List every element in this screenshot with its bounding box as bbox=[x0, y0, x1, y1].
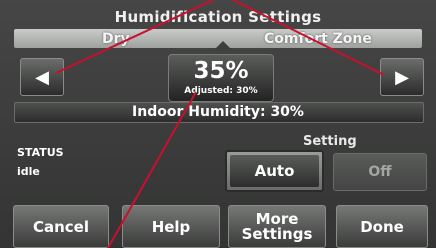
more-settings-line2: Settings bbox=[241, 224, 313, 243]
decrease-button[interactable]: ◀ bbox=[20, 58, 64, 96]
status-label: STATUS bbox=[17, 146, 64, 159]
left-triangle-icon: ◀ bbox=[35, 66, 49, 88]
adjusted-humidity-value: Adjusted: 30% bbox=[184, 86, 258, 96]
setting-auto-label: Auto bbox=[230, 155, 319, 187]
more-settings-button[interactable]: More Settings bbox=[228, 205, 326, 248]
setting-off-button[interactable]: Off bbox=[333, 153, 427, 191]
indoor-humidity-text: Indoor Humidity: 30% bbox=[132, 104, 304, 120]
range-indicator-icon bbox=[214, 41, 232, 50]
cancel-button[interactable]: Cancel bbox=[13, 205, 109, 248]
thermostat-screen: Humidification Settings Dry Comfort Zone… bbox=[0, 0, 436, 248]
humidity-setpoint-value: 35% bbox=[193, 58, 249, 84]
page-title: Humidification Settings bbox=[114, 8, 322, 26]
setting-auto-button[interactable]: Auto bbox=[225, 150, 324, 192]
right-triangle-icon: ▶ bbox=[395, 66, 409, 88]
done-button[interactable]: Done bbox=[336, 205, 428, 248]
humidity-setpoint-display: 35% Adjusted: 30% bbox=[168, 54, 274, 102]
range-label-comfort-zone: Comfort Zone bbox=[264, 31, 372, 47]
help-button[interactable]: Help bbox=[122, 205, 220, 248]
setting-label: Setting bbox=[303, 134, 357, 149]
range-label-dry: Dry bbox=[102, 31, 130, 47]
increase-button[interactable]: ▶ bbox=[380, 58, 424, 96]
status-value: idle bbox=[17, 165, 40, 178]
